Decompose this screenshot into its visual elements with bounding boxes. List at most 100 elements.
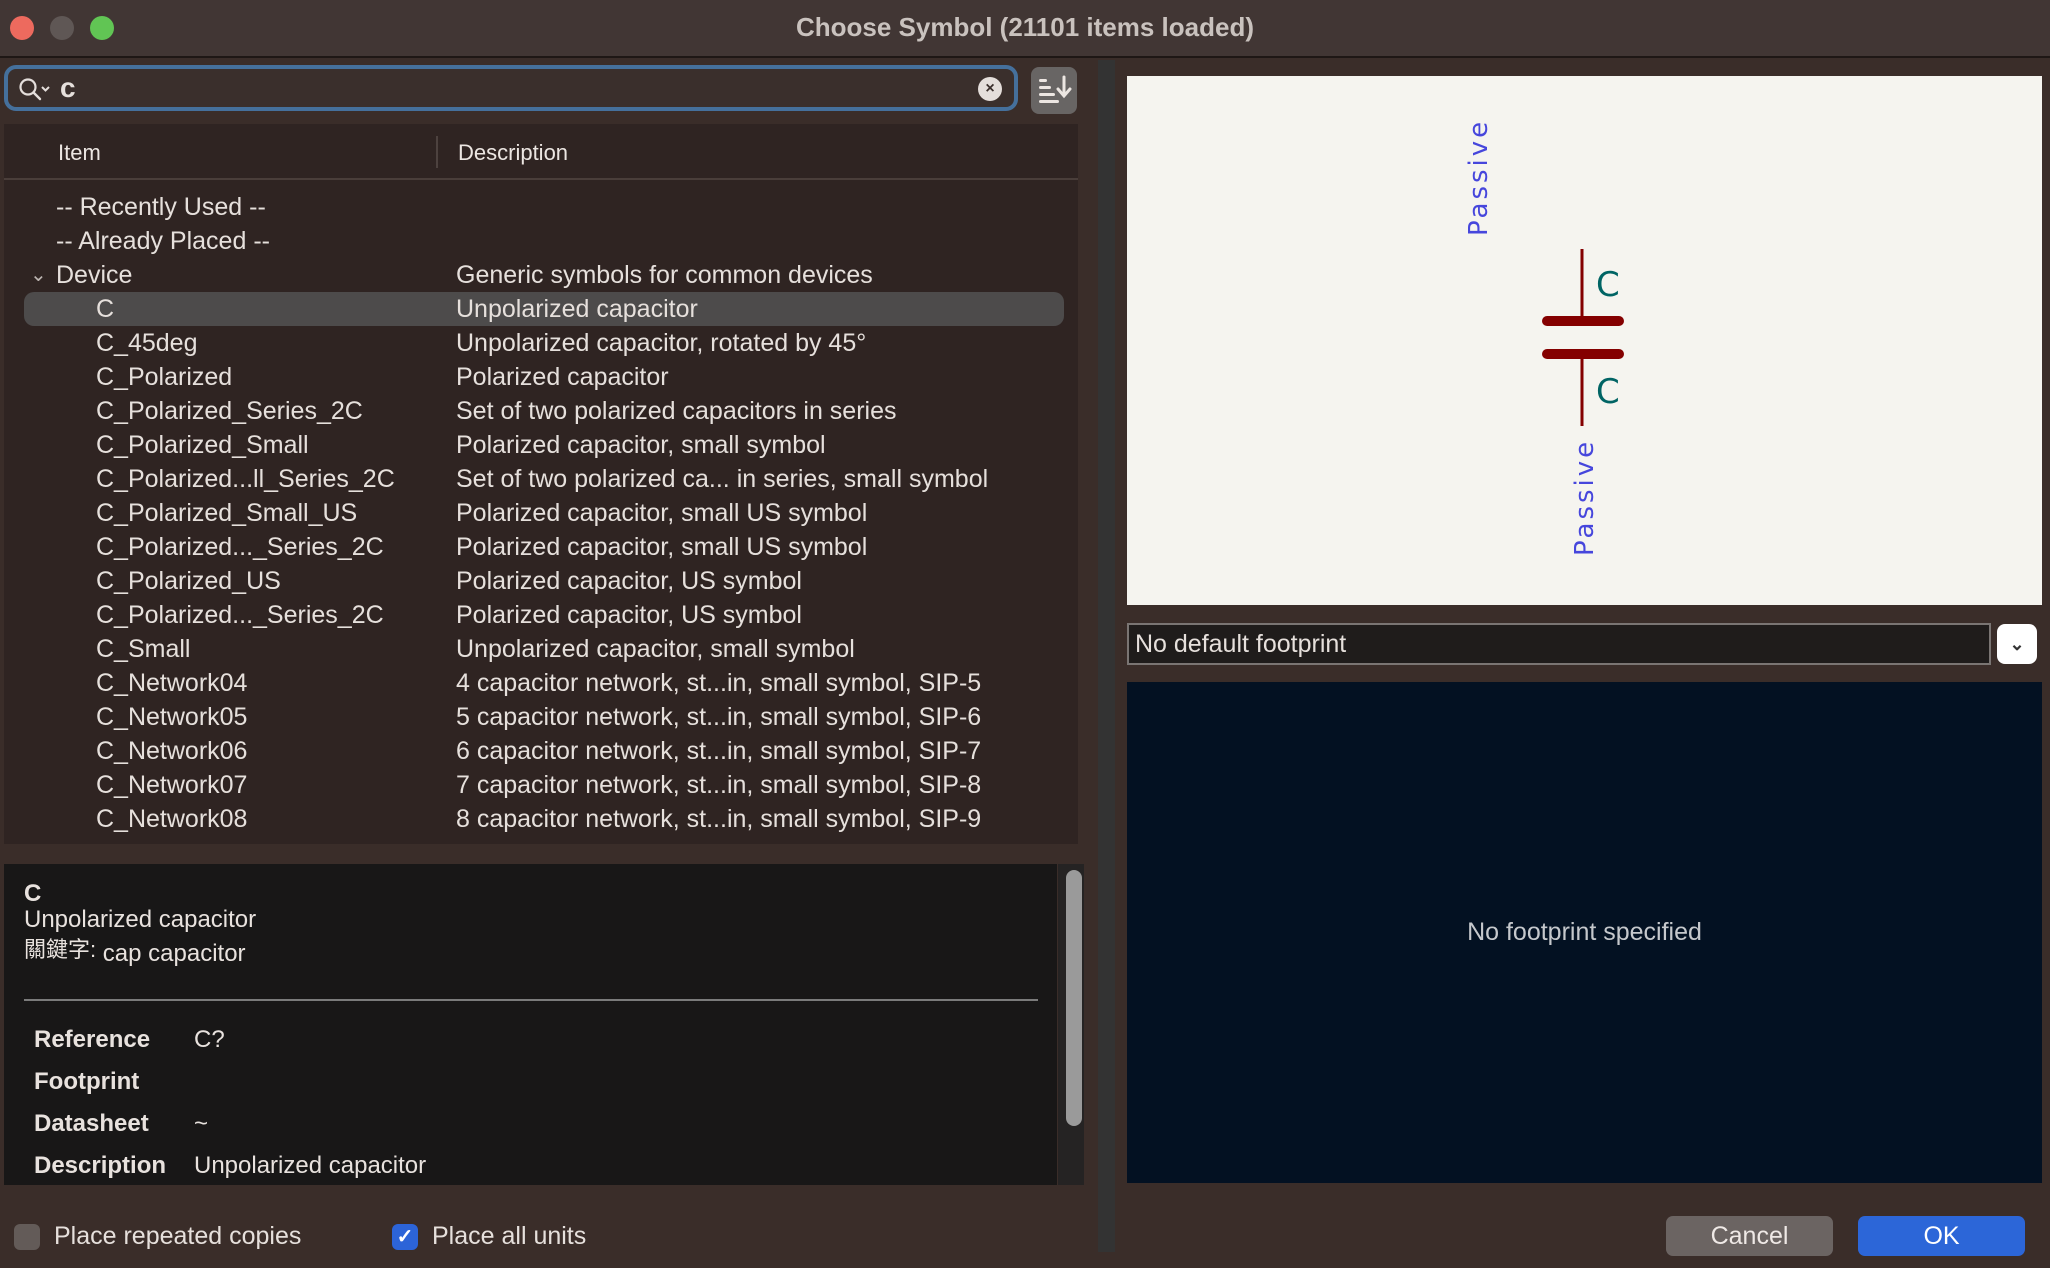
row-item-description: Polarized capacitor, small US symbol xyxy=(456,499,868,527)
pin-type-top: Passive xyxy=(1464,119,1494,236)
row-item-name: C_Polarized_Small_US xyxy=(96,499,358,527)
place-all-units-label[interactable]: Place all units xyxy=(432,1222,586,1251)
field-value: Unpolarized capacitor xyxy=(194,1152,427,1179)
row-item-description: Generic symbols for common devices xyxy=(456,261,873,289)
tree-row[interactable]: -- Already Placed -- xyxy=(4,224,1078,258)
row-item-name: C xyxy=(96,295,115,323)
row-item-description: 7 capacitor network, st...in, small symb… xyxy=(456,771,982,799)
row-item-name: Device xyxy=(56,261,133,289)
tree-row[interactable]: C_Network06 6 capacitor network, st...in,… xyxy=(4,734,1078,768)
chevron-down-icon: ⌄ xyxy=(2009,634,2025,654)
row-item-description: 4 capacitor network, st...in, small symb… xyxy=(456,669,982,697)
sort-button[interactable] xyxy=(1031,67,1077,114)
row-item-name: C_Network06 xyxy=(96,737,248,765)
row-item-name: C_Network08 xyxy=(96,805,248,833)
capacitor-symbol: Passive C C Passive xyxy=(1464,119,1624,556)
field-description: Description Unpolarized capacitor xyxy=(34,1152,426,1180)
row-item-description: Polarized capacitor, small symbol xyxy=(456,431,826,459)
column-header-item[interactable]: Item xyxy=(58,140,101,166)
details-divider xyxy=(24,999,1038,1001)
search-field[interactable]: × xyxy=(4,65,1018,111)
tree-row[interactable]: C_Polarized_US Polarized capacitor, US sy… xyxy=(4,564,1078,598)
title-bar: Choose Symbol (21101 items loaded) xyxy=(0,0,2050,58)
place-all-units-checkbox[interactable]: ✓ xyxy=(392,1224,418,1250)
footprint-select[interactable]: No default footprint xyxy=(1127,623,1991,665)
window-title: Choose Symbol (21101 items loaded) xyxy=(795,12,1255,42)
details-symbol-name: C xyxy=(24,880,42,907)
symbol-preview: Passive C C Passive xyxy=(1127,76,2042,605)
row-item-name: -- Already Placed -- xyxy=(56,227,270,255)
row-item-name: C_Small xyxy=(96,635,191,663)
column-divider[interactable] xyxy=(436,136,438,168)
symbol-tree[interactable]: Item Description -- Recently Used -- -- A… xyxy=(4,124,1078,844)
search-icon[interactable] xyxy=(18,77,58,103)
sort-descending-icon xyxy=(1039,75,1072,103)
row-item-description: 8 capacitor network, st...in, small symb… xyxy=(456,805,982,833)
field-key: Footprint xyxy=(34,1068,140,1095)
pin-name-top: C xyxy=(1596,265,1620,305)
row-item-description: Unpolarized capacitor, rotated by 45° xyxy=(456,329,867,357)
field-footprint: Footprint xyxy=(34,1068,194,1096)
row-item-name: C_Network07 xyxy=(96,771,248,799)
row-item-name: C_Network05 xyxy=(96,703,248,731)
field-key: Datasheet xyxy=(34,1110,149,1137)
tree-row[interactable]: C_Polarized_Series_2C Set of two polarize… xyxy=(4,394,1078,428)
row-item-name: C_Polarized..._Series_2C xyxy=(96,533,384,561)
keywords-value: cap capacitor xyxy=(102,940,246,967)
tree-row[interactable]: C_Network08 8 capacitor network, st...in,… xyxy=(4,802,1078,836)
cancel-button[interactable]: Cancel xyxy=(1666,1216,1833,1256)
field-datasheet: Datasheet ~ xyxy=(34,1110,208,1138)
pin-name-bottom: C xyxy=(1596,372,1620,412)
chevron-down-icon[interactable]: ⌄ xyxy=(30,258,47,292)
row-item-description: Unpolarized capacitor, small symbol xyxy=(456,635,855,663)
footprint-message: No footprint specified xyxy=(1467,918,1702,946)
row-item-name: C_45deg xyxy=(96,329,198,357)
search-input[interactable] xyxy=(60,73,940,103)
row-item-name: C_Polarized...ll_Series_2C xyxy=(96,465,395,493)
ok-button[interactable]: OK xyxy=(1858,1216,2025,1256)
tree-row[interactable]: C_Polarized Polarized capacitor xyxy=(4,360,1078,394)
row-item-description: Set of two polarized capacitors in serie… xyxy=(456,397,897,425)
symbol-details: C Unpolarized capacitor 關鍵字: cap capacit… xyxy=(4,864,1057,1185)
footprint-preview: No footprint specified xyxy=(1127,682,2042,1183)
field-key: Description xyxy=(34,1152,167,1179)
pin-type-bottom: Passive xyxy=(1570,439,1600,556)
place-repeated-copies-checkbox[interactable] xyxy=(14,1224,40,1250)
row-item-name: C_Polarized xyxy=(96,363,233,391)
row-item-name: -- Recently Used -- xyxy=(56,193,266,221)
tree-row[interactable]: ⌄ Device Generic symbols for common device… xyxy=(4,258,1078,292)
column-header-description[interactable]: Description xyxy=(458,140,568,166)
field-value: ~ xyxy=(194,1110,209,1137)
tree-row[interactable]: C_Network07 7 capacitor network, st...in,… xyxy=(4,768,1078,802)
row-item-name: C_Polarized..._Series_2C xyxy=(96,601,384,629)
tree-row[interactable]: C_Network04 4 capacitor network, st...in,… xyxy=(4,666,1078,700)
field-key: Reference xyxy=(34,1026,151,1053)
row-item-description: Polarized capacitor, US symbol xyxy=(456,567,802,595)
row-item-name: C_Polarized_US xyxy=(96,567,281,595)
panel-splitter[interactable] xyxy=(1098,60,1115,1252)
row-item-name: C_Polarized_Small xyxy=(96,431,309,459)
row-item-name: C_Network04 xyxy=(96,669,248,697)
tree-row[interactable]: C_Polarized_Small Polarized capacitor, sm… xyxy=(4,428,1078,462)
place-repeated-copies-label[interactable]: Place repeated copies xyxy=(54,1222,301,1251)
clear-search-icon[interactable]: × xyxy=(978,77,1002,101)
row-item-name: C_Polarized_Series_2C xyxy=(96,397,363,425)
tree-row-selected[interactable]: C Unpolarized capacitor xyxy=(24,292,1064,326)
tree-row[interactable]: C_Polarized..._Series_2C Polarized capaci… xyxy=(4,530,1078,564)
tree-row[interactable]: C_Polarized...ll_Series_2C Set of two pol… xyxy=(4,462,1078,496)
row-item-description: 5 capacitor network, st...in, small symb… xyxy=(456,703,982,731)
footprint-dropdown-button[interactable]: ⌄ xyxy=(1997,624,2037,664)
tree-rows: -- Recently Used -- -- Already Placed -- ⌄… xyxy=(4,190,1078,836)
details-scrollbar-thumb[interactable] xyxy=(1066,870,1082,1126)
tree-row[interactable]: C_Polarized_Small_US Polarized capacitor,… xyxy=(4,496,1078,530)
keywords-label: 關鍵字: xyxy=(24,937,97,962)
field-value: C? xyxy=(194,1026,225,1053)
row-item-description: Unpolarized capacitor xyxy=(456,295,698,323)
tree-row[interactable]: -- Recently Used -- xyxy=(4,190,1078,224)
tree-row[interactable]: C_Network05 5 capacitor network, st...in,… xyxy=(4,700,1078,734)
details-keywords: 關鍵字: cap capacitor xyxy=(24,936,246,968)
tree-row[interactable]: C_Small Unpolarized capacitor, small symb… xyxy=(4,632,1078,666)
checkmark-icon: ✓ xyxy=(396,1226,414,1248)
tree-row[interactable]: C_45deg Unpolarized capacitor, rotated by… xyxy=(4,326,1078,360)
tree-row[interactable]: C_Polarized..._Series_2C Polarized capaci… xyxy=(4,598,1078,632)
